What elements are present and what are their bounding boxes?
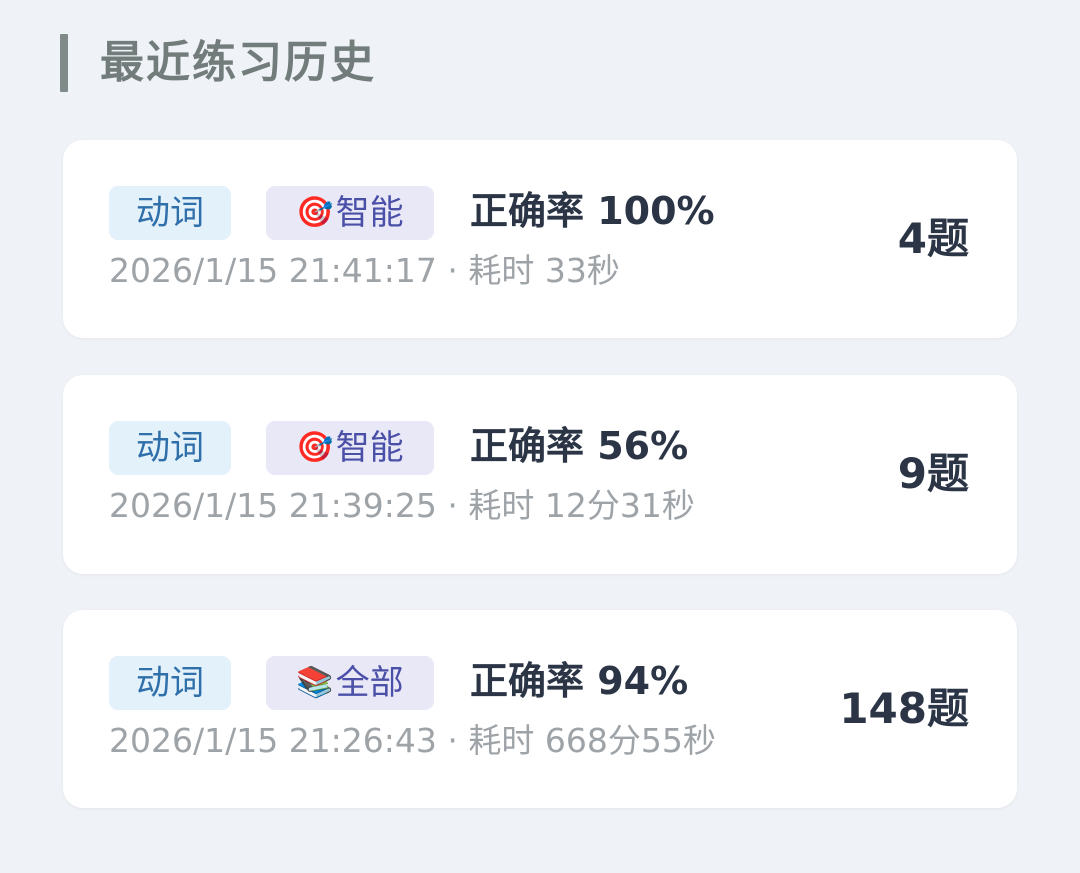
category-tag: 动词 — [109, 656, 231, 710]
history-record-card[interactable]: 动词 📚 全部 正确率 94% 2026/1/15 21:26:43 · 耗时 … — [63, 610, 1017, 808]
mode-tag: 🎯 智能 — [266, 421, 434, 475]
question-count: 148题 — [839, 684, 969, 733]
category-tag: 动词 — [109, 421, 231, 475]
record-meta: 2026/1/15 21:41:17 · 耗时 33秒 — [109, 251, 620, 290]
mode-label: 智能 — [335, 193, 404, 233]
accuracy-text: 正确率 56% — [470, 424, 689, 468]
accuracy-text: 正确率 94% — [470, 659, 689, 703]
history-record-card[interactable]: 动词 🎯 智能 正确率 56% 2026/1/15 21:39:25 · 耗时 … — [63, 375, 1017, 574]
mode-tag: 📚 全部 — [266, 656, 434, 710]
mode-label: 智能 — [335, 428, 404, 468]
mode-tag: 🎯 智能 — [266, 186, 434, 240]
section-title: 最近练习历史 — [100, 37, 376, 88]
books-icon: 📚 — [296, 665, 334, 700]
target-icon: 🎯 — [296, 430, 334, 465]
target-icon: 🎯 — [296, 195, 334, 230]
accuracy-text: 正确率 100% — [470, 189, 715, 233]
question-count: 4题 — [897, 214, 969, 263]
section-header: 最近练习历史 — [60, 34, 376, 92]
question-count: 9题 — [897, 449, 969, 498]
category-tag: 动词 — [109, 186, 231, 240]
record-meta: 2026/1/15 21:39:25 · 耗时 12分31秒 — [109, 486, 695, 525]
record-meta: 2026/1/15 21:26:43 · 耗时 668分55秒 — [109, 721, 716, 760]
mode-label: 全部 — [335, 663, 404, 703]
section-accent-bar — [60, 34, 68, 92]
history-record-card[interactable]: 动词 🎯 智能 正确率 100% 2026/1/15 21:41:17 · 耗时… — [63, 140, 1017, 338]
